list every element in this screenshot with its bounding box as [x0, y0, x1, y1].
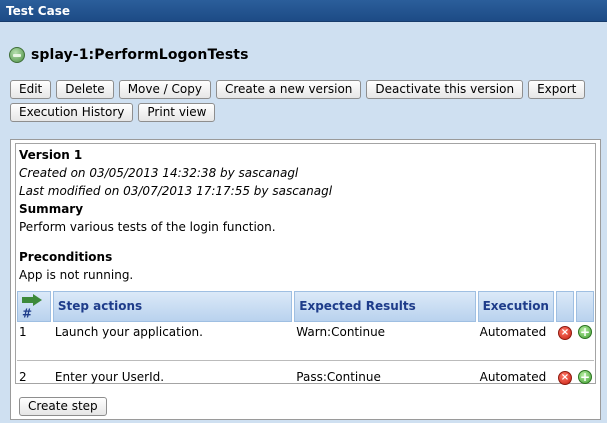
summary-label: Summary [19, 202, 84, 216]
step-action[interactable]: Launch your application. [53, 322, 292, 342]
window-titlebar: Test Case [0, 0, 607, 22]
step-action[interactable]: Enter your UserId. [53, 367, 292, 387]
created-info: Created on 03/05/2013 14:32:38 by sascan… [19, 166, 299, 180]
test-case-panel: Version 1 Created on 03/05/2013 14:32:38… [10, 139, 601, 420]
steps-header-row: # Step actions Expected Results Executio… [17, 291, 594, 322]
create-new-version-button[interactable]: Create a new version [215, 80, 362, 99]
deactivate-version-button[interactable]: Deactivate this version [366, 80, 524, 99]
step-expected[interactable]: Pass:Continue [294, 367, 475, 387]
testcase-icon [9, 47, 25, 63]
version-label: Version 1 [19, 148, 83, 162]
preconditions-text: App is not running. [19, 268, 134, 282]
step-number: 2 [19, 369, 27, 384]
delete-step-icon[interactable]: × [557, 370, 572, 385]
toolbar-row-2: Execution History Print view [0, 103, 607, 122]
table-row: 2 Enter your UserId. Pass:Continue Autom… [17, 367, 594, 387]
steps-table: # Step actions Expected Results Executio… [15, 291, 596, 387]
test-case-header: splay-1:PerformLogonTests [0, 22, 607, 70]
step-number: 1 [19, 324, 27, 339]
toolbar-row-1: Edit Delete Move / Copy Create a new ver… [0, 80, 607, 99]
edit-button[interactable]: Edit [10, 80, 52, 99]
execution-header[interactable]: Execution [477, 291, 554, 322]
blank-header-1 [555, 291, 574, 322]
print-view-button[interactable]: Print view [138, 103, 216, 122]
reorder-arrow-icon [22, 293, 44, 306]
page-title: splay-1:PerformLogonTests [31, 47, 249, 63]
summary-text: Perform various tests of the login funct… [19, 220, 276, 234]
export-button[interactable]: Export [528, 80, 586, 99]
delete-step-icon[interactable]: × [557, 325, 572, 340]
add-step-icon[interactable]: + [577, 369, 592, 384]
move-copy-button[interactable]: Move / Copy [118, 80, 211, 99]
step-execution: Automated [479, 324, 547, 339]
test-case-window: Test Case splay-1:PerformLogonTests Edit… [0, 0, 607, 423]
table-row: 1 Launch your application. Warn:Continue… [17, 322, 594, 342]
create-step-button[interactable]: Create step [19, 397, 107, 416]
expected-results-header[interactable]: Expected Results [294, 291, 476, 322]
modified-info: Last modified on 03/07/2013 17:17:55 by … [19, 184, 333, 198]
step-actions-header[interactable]: Step actions [52, 291, 293, 322]
execution-history-button[interactable]: Execution History [10, 103, 134, 122]
step-execution: Automated [479, 369, 547, 384]
blank-header-2 [575, 291, 594, 322]
preconditions-label: Preconditions [19, 250, 113, 264]
add-step-icon[interactable]: + [577, 324, 592, 339]
step-number-header[interactable]: # [17, 291, 51, 322]
step-expected[interactable]: Warn:Continue [294, 322, 475, 342]
delete-button[interactable]: Delete [56, 80, 114, 99]
